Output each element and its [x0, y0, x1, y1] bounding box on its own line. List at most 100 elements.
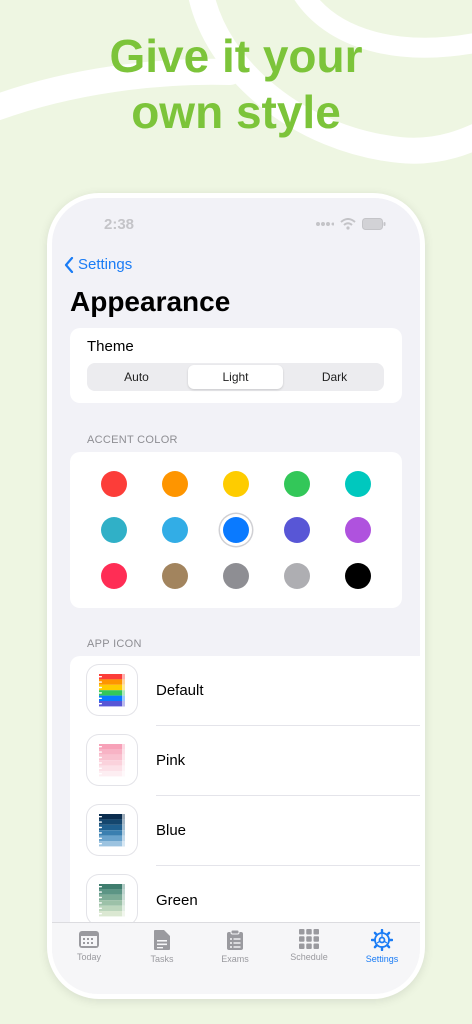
- icon-binding-ring: [96, 886, 102, 888]
- icon-stripe: [99, 749, 125, 755]
- icon-stripe: [99, 905, 125, 911]
- tab-exams[interactable]: Exams: [200, 929, 270, 964]
- accent-color-swatch[interactable]: [345, 563, 371, 589]
- icon-stripe: [99, 695, 125, 701]
- accent-color-swatch[interactable]: [345, 471, 371, 497]
- tab-tasks-label: Tasks: [150, 954, 174, 964]
- phone-screen: 2:38 Settings Appearance Theme Auto Ligh…: [52, 198, 420, 994]
- icon-stripe: [99, 771, 125, 777]
- icon-spine: [122, 814, 125, 847]
- icon-stripe: [99, 900, 125, 906]
- back-label: Settings: [78, 256, 133, 273]
- icon-stripe: [99, 830, 125, 836]
- icon-binding-ring: [96, 767, 102, 769]
- tab-today[interactable]: Today: [54, 929, 124, 962]
- icon-binding-ring: [96, 816, 102, 818]
- icon-binding-ring: [96, 756, 102, 759]
- icon-binding-ring: [96, 843, 102, 845]
- battery-icon: [362, 218, 386, 230]
- app-icon-preview: [87, 665, 137, 715]
- theme-label: Theme: [87, 338, 134, 355]
- clipboard-icon: [227, 929, 243, 950]
- accent-color-swatch[interactable]: [284, 517, 310, 543]
- theme-option-auto[interactable]: Auto: [89, 365, 184, 389]
- notebook-stripes-icon: [96, 814, 125, 847]
- status-time: 2:38: [104, 216, 135, 233]
- gear-icon: [371, 929, 393, 951]
- headline-line-1: Give it your: [109, 30, 363, 82]
- app-icon-preview: [87, 805, 137, 855]
- accent-color-swatch[interactable]: [223, 517, 249, 543]
- icon-stripe: [99, 814, 125, 820]
- icon-binding-ring: [96, 703, 102, 705]
- accent-color-swatch[interactable]: [101, 517, 127, 543]
- icon-stripe: [99, 754, 125, 761]
- accent-color-swatch[interactable]: [162, 471, 188, 497]
- app-icon-name: Pink: [156, 752, 186, 769]
- app-icon-name: Green: [156, 892, 198, 909]
- icon-binding-ring: [96, 697, 102, 699]
- headline-line-2: own style: [131, 86, 341, 138]
- tab-tasks[interactable]: Tasks: [127, 929, 197, 964]
- icon-binding-ring: [96, 907, 102, 909]
- headline: Give it your own style: [0, 28, 472, 140]
- theme-option-dark[interactable]: Dark: [287, 365, 382, 389]
- icon-binding-ring: [96, 751, 102, 753]
- accent-color-swatch[interactable]: [101, 471, 127, 497]
- icon-binding-ring: [96, 913, 102, 915]
- notebook-stripes-icon: [96, 744, 125, 777]
- app-icon-section-label: APP ICON: [87, 638, 142, 650]
- theme-option-light[interactable]: Light: [188, 365, 283, 389]
- accent-color-swatch[interactable]: [223, 471, 249, 497]
- tab-settings[interactable]: Settings: [347, 929, 417, 964]
- accent-color-swatch[interactable]: [284, 563, 310, 589]
- accent-color-card: [70, 452, 402, 608]
- status-icons: [316, 218, 386, 230]
- tab-today-label: Today: [76, 952, 102, 962]
- tab-schedule[interactable]: Schedule: [274, 929, 344, 962]
- icon-binding-ring: [96, 676, 102, 678]
- icon-stripe: [99, 911, 125, 917]
- icon-stripe: [99, 690, 125, 696]
- notebook-stripes-icon: [96, 884, 125, 917]
- icon-binding-ring: [96, 902, 102, 904]
- accent-color-section-label: ACCENT COLOR: [87, 434, 178, 446]
- icon-binding-ring: [96, 891, 102, 893]
- app-icon-row-default[interactable]: Default: [70, 656, 420, 726]
- tab-exams-label: Exams: [221, 954, 249, 964]
- icon-stripe: [99, 679, 125, 685]
- icon-spine: [122, 674, 125, 707]
- icon-stripe: [99, 765, 125, 771]
- icon-stripe: [99, 841, 125, 847]
- icon-spine: [122, 744, 125, 777]
- wifi-icon: [340, 218, 356, 230]
- back-button[interactable]: Settings: [64, 256, 132, 273]
- icon-stripe: [99, 760, 125, 766]
- icon-stripe: [99, 744, 125, 750]
- accent-color-swatch[interactable]: [101, 563, 127, 589]
- icon-binding-ring: [96, 681, 102, 683]
- icon-stripe: [99, 894, 125, 901]
- accent-color-swatch[interactable]: [162, 563, 188, 589]
- accent-color-swatch[interactable]: [345, 517, 371, 543]
- page-title: Appearance: [70, 286, 231, 317]
- icon-binding-ring: [96, 821, 102, 823]
- theme-segmented-control: Auto Light Dark: [87, 363, 384, 391]
- icon-binding-ring: [96, 826, 102, 829]
- accent-color-swatch[interactable]: [223, 563, 249, 589]
- accent-color-swatch[interactable]: [284, 471, 310, 497]
- app-icon-preview: [87, 735, 137, 785]
- chevron-left-icon: [64, 256, 74, 273]
- icon-stripe: [99, 701, 125, 707]
- app-icon-row-blue[interactable]: Blue: [70, 796, 420, 866]
- grid-icon: [299, 929, 319, 949]
- app-icon-row-pink[interactable]: Pink: [70, 726, 420, 796]
- tab-bar: Today Tasks Exams Schedule Settings: [52, 922, 420, 994]
- icon-binding-ring: [96, 762, 102, 764]
- tab-schedule-label: Schedule: [290, 952, 328, 962]
- icon-binding-ring: [96, 773, 102, 775]
- icon-binding-ring: [96, 686, 102, 689]
- status-bar: 2:38: [52, 198, 420, 248]
- accent-color-swatch[interactable]: [162, 517, 188, 543]
- icon-spine: [122, 884, 125, 917]
